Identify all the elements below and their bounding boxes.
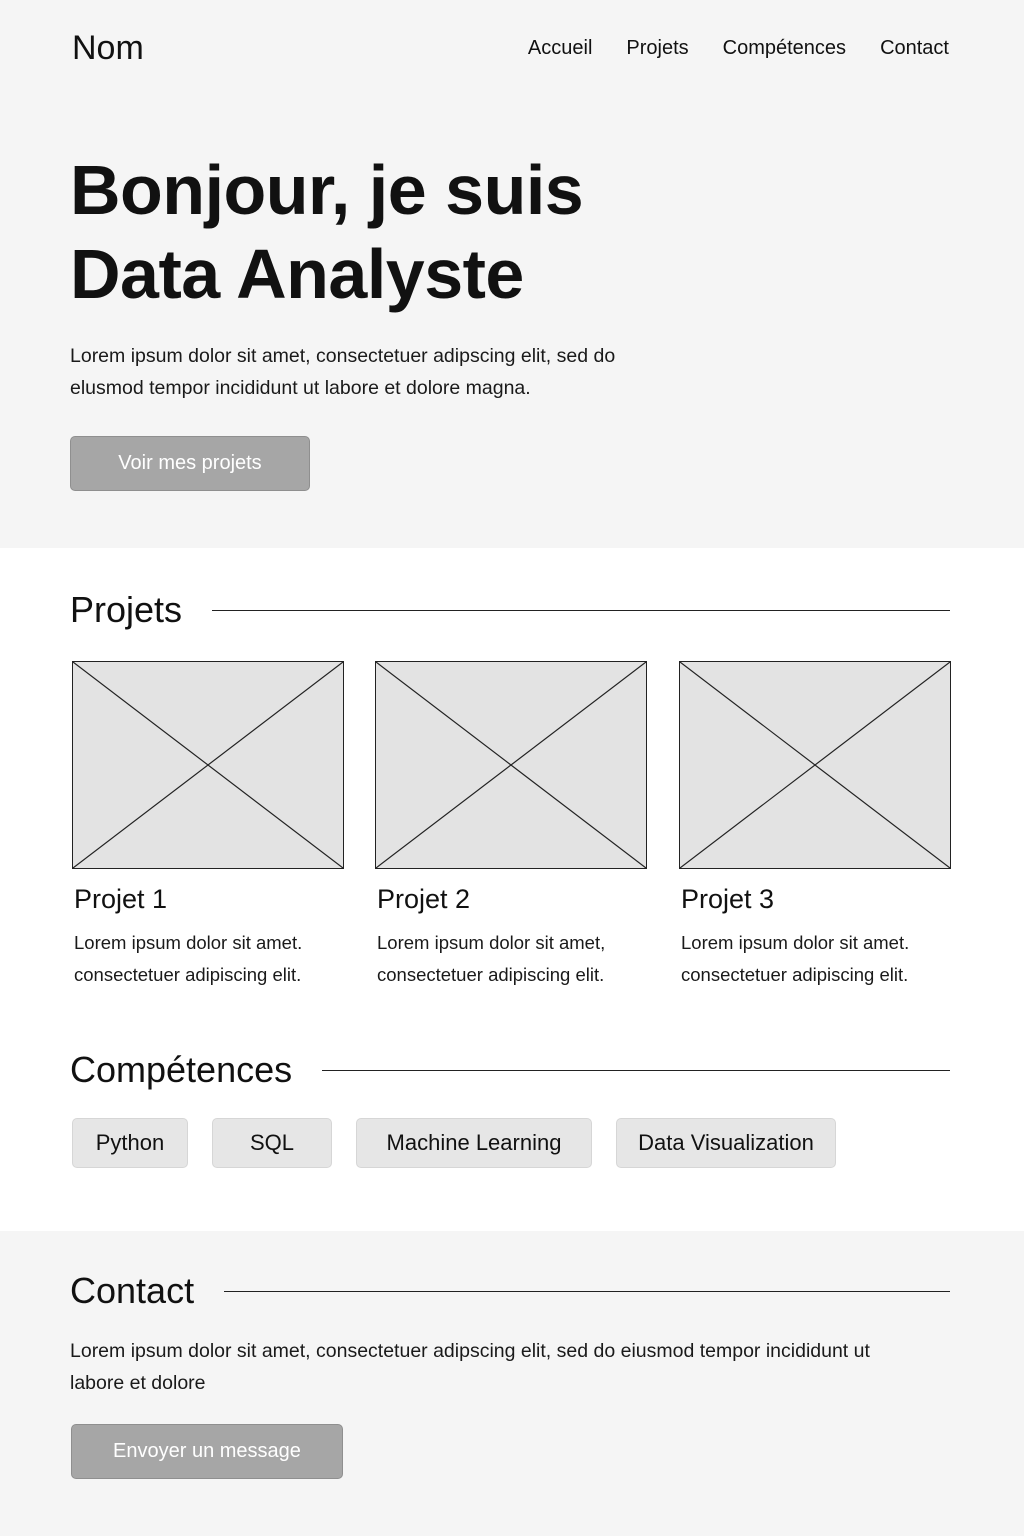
skill-tag-sql: SQL <box>212 1118 332 1168</box>
hero-description: Lorem ipsum dolor sit amet, consectetuer… <box>70 345 616 399</box>
skill-tag-data-visualization: Data Visualization <box>616 1118 836 1168</box>
site-logo[interactable]: Nom <box>72 28 144 68</box>
contact-heading: Contact <box>70 1270 195 1311</box>
section-divider <box>212 609 950 611</box>
hero-title-line-1: Bonjour, je suis <box>70 151 584 229</box>
image-placeholder-icon <box>375 661 647 869</box>
project-description: Lorem ipsum dolor sit amet. consectetuer… <box>681 932 910 985</box>
image-placeholder-icon <box>72 661 344 869</box>
nav-item-competences[interactable]: Compétences <box>723 34 846 62</box>
hero-title: Bonjour, je suis Data Analyste <box>70 148 770 316</box>
view-projects-button[interactable]: Voir mes projets <box>70 436 310 491</box>
image-placeholder-icon <box>679 661 951 869</box>
skills-heading: Compétences <box>70 1049 293 1090</box>
project-card-3[interactable]: Projet 3 Lorem ipsum dolor sit amet. con… <box>679 661 953 991</box>
project-title: Projet 2 <box>377 884 471 914</box>
projects-section-header: Projets <box>70 588 950 632</box>
nav-item-projets[interactable]: Projets <box>626 34 688 62</box>
contact-section-header: Contact <box>70 1269 950 1313</box>
skills-list: Python SQL Machine Learning Data Visuali… <box>72 1118 836 1168</box>
project-card-1[interactable]: Projet 1 Lorem ipsum dolor sit amet. con… <box>72 661 346 991</box>
project-card-2[interactable]: Projet 2 Lorem ipsum dolor sit amet, con… <box>375 661 649 991</box>
skill-tag-machine-learning: Machine Learning <box>356 1118 592 1168</box>
projects-heading: Projets <box>70 589 183 630</box>
send-message-button[interactable]: Envoyer un message <box>71 1424 343 1479</box>
nav-item-accueil[interactable]: Accueil <box>528 34 592 62</box>
hero-title-line-2: Data Analyste <box>70 235 524 313</box>
main-nav: Accueil Projets Compétences Contact <box>528 34 949 62</box>
section-divider <box>322 1069 950 1071</box>
project-description: Lorem ipsum dolor sit amet, consectetuer… <box>377 932 606 985</box>
project-title: Projet 3 <box>681 884 775 914</box>
skills-section-header: Compétences <box>70 1048 950 1092</box>
project-title: Projet 1 <box>74 884 168 914</box>
project-description: Lorem ipsum dolor sit amet. consectetuer… <box>74 932 303 985</box>
skill-tag-python: Python <box>72 1118 188 1168</box>
contact-description: Lorem ipsum dolor sit amet, consectetuer… <box>70 1340 870 1394</box>
nav-item-contact[interactable]: Contact <box>880 34 949 62</box>
section-divider <box>224 1290 950 1292</box>
